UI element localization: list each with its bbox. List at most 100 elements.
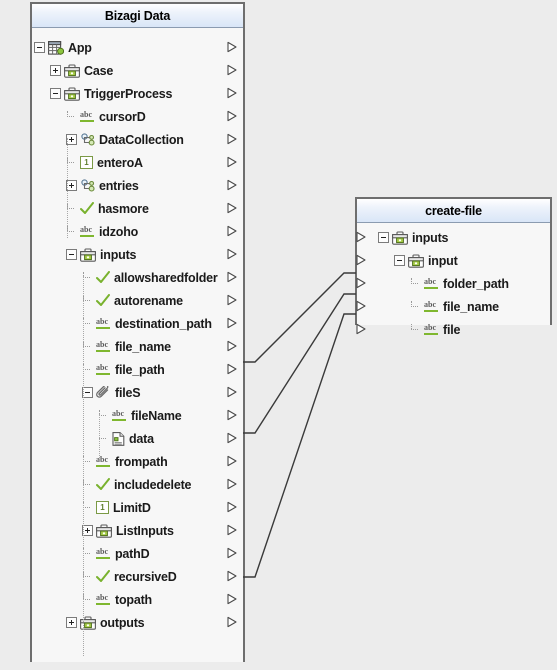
tree-row[interactable]: abc pathD: [32, 542, 243, 565]
tree-guide-line: [67, 138, 68, 238]
connector-arrow-icon[interactable]: [226, 317, 238, 329]
connector-arrow-icon[interactable]: [226, 225, 238, 237]
connector-arrow-icon[interactable]: [226, 64, 238, 76]
tree-row[interactable]: abc file_name: [32, 335, 243, 358]
connector-arrow-icon[interactable]: [226, 455, 238, 467]
tree-row-label: TriggerProcess: [84, 86, 173, 101]
tree-row[interactable]: abc file: [357, 318, 550, 341]
bizagi-data-tree[interactable]: App Case TriggerProcess abc cursorD DataColle…: [32, 28, 243, 662]
tree-row[interactable]: data: [32, 427, 243, 450]
create-file-tree[interactable]: inputs input abc folder_path abc file_name abc…: [355, 223, 550, 337]
tree-row[interactable]: Case: [32, 59, 243, 82]
connector-arrow-icon[interactable]: [226, 248, 238, 260]
collapse-icon[interactable]: [378, 232, 389, 243]
tree-row-label: inputs: [412, 230, 449, 245]
connector-arrow-icon[interactable]: [355, 323, 367, 335]
collapse-icon[interactable]: [50, 88, 61, 99]
abc-string-icon: abc: [96, 363, 111, 376]
tree-row-label: App: [68, 40, 92, 55]
collapse-icon[interactable]: [66, 249, 77, 260]
tree-row[interactable]: abc file_name: [357, 295, 550, 318]
bizagi-data-panel[interactable]: Bizagi Data App Case TriggerProcess abc curs…: [30, 2, 245, 662]
expand-icon[interactable]: [66, 617, 77, 628]
collapse-icon[interactable]: [34, 42, 45, 53]
boolean-check-icon: [96, 478, 110, 491]
connector-arrow-icon[interactable]: [226, 501, 238, 513]
connector-arrow-icon[interactable]: [226, 156, 238, 168]
connector-arrow-icon[interactable]: [226, 409, 238, 421]
tree-row-label: topath: [115, 592, 152, 607]
connector-arrow-icon[interactable]: [226, 570, 238, 582]
connector-arrow-icon[interactable]: [226, 616, 238, 628]
tree-row[interactable]: allowsharedfolder: [32, 266, 243, 289]
tree-row-label: file_name: [115, 339, 171, 354]
briefcase-icon: [64, 86, 80, 101]
tree-connector: [410, 324, 421, 335]
collapse-icon[interactable]: [394, 255, 405, 266]
tree-row[interactable]: outputs: [32, 611, 243, 634]
connector-arrow-icon[interactable]: [226, 386, 238, 398]
briefcase-icon: [64, 63, 80, 78]
connection-line[interactable]: [243, 272, 356, 363]
tree-row-label: file_name: [443, 299, 499, 314]
connector-arrow-icon[interactable]: [355, 254, 367, 266]
tree-row-label: input: [428, 253, 458, 268]
expand-icon[interactable]: [50, 65, 61, 76]
tree-row-label: fileS: [115, 385, 141, 400]
connector-arrow-icon[interactable]: [226, 524, 238, 536]
tree-row[interactable]: inputs: [357, 226, 550, 249]
tree-row-label: outputs: [100, 615, 145, 630]
briefcase-icon: [392, 230, 408, 245]
connector-arrow-icon[interactable]: [226, 294, 238, 306]
connection-line[interactable]: [243, 313, 356, 578]
connector-arrow-icon[interactable]: [226, 593, 238, 605]
tree-row[interactable]: abc folder_path: [357, 272, 550, 295]
connector-arrow-icon[interactable]: [355, 300, 367, 312]
tree-row[interactable]: abc destination_path: [32, 312, 243, 335]
connector-arrow-icon[interactable]: [226, 547, 238, 559]
tree-row[interactable]: abc idzoho: [32, 220, 243, 243]
tree-row[interactable]: entries: [32, 174, 243, 197]
tree-row[interactable]: includedelete: [32, 473, 243, 496]
number-icon: 1: [80, 156, 93, 169]
tree-row[interactable]: abc fileName: [32, 404, 243, 427]
tree-row[interactable]: 1 LimitD: [32, 496, 243, 519]
tree-row[interactable]: ListInputs: [32, 519, 243, 542]
tree-row[interactable]: DataCollection: [32, 128, 243, 151]
connector-arrow-icon[interactable]: [226, 179, 238, 191]
connector-arrow-icon[interactable]: [226, 133, 238, 145]
connector-arrow-icon[interactable]: [226, 41, 238, 53]
tree-row[interactable]: abc topath: [32, 588, 243, 611]
tree-row[interactable]: fileS: [32, 381, 243, 404]
tree-row-label: cursorD: [99, 109, 146, 124]
tree-row[interactable]: autorename: [32, 289, 243, 312]
tree-row[interactable]: 1 enteroA: [32, 151, 243, 174]
abc-string-icon: abc: [424, 323, 439, 336]
paperclip-icon: [96, 383, 111, 400]
connector-arrow-icon[interactable]: [226, 478, 238, 490]
connector-arrow-icon[interactable]: [226, 87, 238, 99]
tree-row-label: includedelete: [114, 477, 192, 492]
boolean-check-icon: [96, 271, 110, 284]
tree-row[interactable]: abc file_path: [32, 358, 243, 381]
connector-arrow-icon[interactable]: [226, 202, 238, 214]
connector-arrow-icon[interactable]: [355, 277, 367, 289]
tree-row[interactable]: abc frompath: [32, 450, 243, 473]
connector-arrow-icon[interactable]: [226, 363, 238, 375]
tree-row[interactable]: App: [32, 36, 243, 59]
tree-row[interactable]: recursiveD: [32, 565, 243, 588]
connector-arrow-icon[interactable]: [226, 271, 238, 283]
tree-row[interactable]: abc cursorD: [32, 105, 243, 128]
connection-line[interactable]: [243, 293, 356, 434]
tree-row[interactable]: TriggerProcess: [32, 82, 243, 105]
tree-row-label: frompath: [115, 454, 168, 469]
tree-row[interactable]: input: [357, 249, 550, 272]
connector-arrow-icon[interactable]: [226, 432, 238, 444]
create-file-panel[interactable]: create-file inputs input abc folder_path abc…: [355, 197, 552, 337]
connector-arrow-icon[interactable]: [226, 340, 238, 352]
connector-arrow-icon[interactable]: [226, 110, 238, 122]
tree-row[interactable]: inputs: [32, 243, 243, 266]
tree-row-label: folder_path: [443, 276, 509, 291]
connector-arrow-icon[interactable]: [355, 231, 367, 243]
tree-row[interactable]: hasmore: [32, 197, 243, 220]
